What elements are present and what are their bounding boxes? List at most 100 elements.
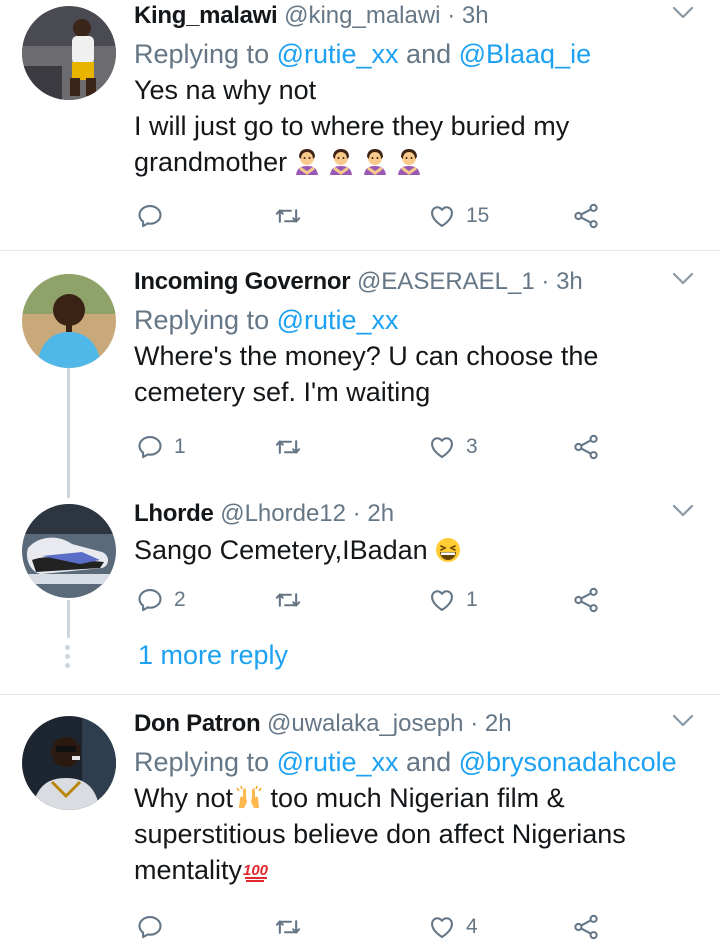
retweet-icon [274,586,302,614]
mention-link[interactable]: @rutie_xx [277,39,399,69]
tweet-actions: 15 [134,199,604,233]
mention-link[interactable]: @rutie_xx [277,305,399,335]
hundred-points-emoji [242,856,270,884]
timestamp[interactable]: 3h [556,268,583,295]
replying-join: and [398,747,459,777]
tweet-header: Incoming Governor @EASERAEL_1 · 3h [134,266,700,298]
timestamp[interactable]: 2h [367,500,394,527]
avatar[interactable] [22,274,116,368]
text-line: Why not too much Nigerian film & [134,780,700,816]
tweet-actions: 2 1 [134,583,604,617]
reply-button[interactable]: 2 [136,583,186,617]
timestamp[interactable]: 3h [462,2,489,29]
like-icon [428,433,456,461]
like-count: 15 [466,204,490,227]
separator: · [352,500,361,527]
text-line: Yes na why not [134,75,317,105]
mention-link[interactable]: @Blaaq_ie [459,39,592,69]
reply-icon [136,202,164,230]
replying-to: Replying to @rutie_xx and @Blaaq_ie [134,36,700,72]
text-line: cemetery sef. I'm waiting [134,377,431,407]
text-segment: mentality [134,855,243,885]
separator: · [447,2,456,29]
share-icon [572,913,600,941]
thread-more-dots [64,645,72,672]
text-line: Sango Cemetery,IBadan [134,532,700,568]
text-segment: Sango Cemetery,IBadan [134,535,428,565]
like-button[interactable]: 4 [428,910,478,944]
like-count: 4 [466,915,478,938]
tweet-text: Sango Cemetery,IBadan [134,532,700,568]
retweet-button[interactable] [274,910,312,944]
person-gesturing-no-emoji [395,148,423,176]
text-line: I will just go to where they buried my [134,111,570,141]
user-handle[interactable]: @Lhorde12 [220,500,346,527]
timestamp[interactable]: 2h [485,710,512,737]
tweet-header: Don Patron @uwalaka_joseph · 2h [134,708,700,740]
like-button[interactable]: 3 [428,430,478,464]
tweet-actions: 4 [134,910,604,944]
like-button[interactable]: 1 [428,583,478,617]
retweet-icon [274,433,302,461]
display-name[interactable]: King_malawi [134,2,278,29]
mention-link[interactable]: @rutie_xx [277,747,399,777]
mention-link[interactable]: @brysonadahcole [459,747,677,777]
retweet-icon [274,913,302,941]
text-segment: grandmother [134,147,288,177]
replying-join: and [398,39,459,69]
reply-count: 2 [174,588,186,611]
retweet-icon [274,202,302,230]
separator: · [541,268,550,295]
display-name[interactable]: Lhorde [134,500,214,527]
grinning-squinting-face-emoji [434,536,462,564]
text-line: mentality [134,852,700,888]
like-button[interactable]: 15 [428,199,489,233]
share-button[interactable] [572,199,600,233]
raising-hands-emoji [235,784,263,812]
caret-down-icon[interactable] [672,272,694,286]
user-handle[interactable]: @king_malawi [284,2,440,29]
retweet-button[interactable] [274,199,312,233]
thread-line [67,368,70,498]
text-line: grandmother [134,144,700,180]
reply-button[interactable] [136,910,174,944]
caret-down-icon[interactable] [672,504,694,518]
retweet-button[interactable] [274,583,312,617]
reply-count: 1 [174,435,186,458]
avatar[interactable] [22,504,116,598]
reply-icon [136,913,164,941]
caret-down-icon[interactable] [672,714,694,728]
avatar[interactable] [22,716,116,810]
display-name[interactable]: Don Patron [134,710,261,737]
text-segment: Why not [134,783,234,813]
reply-icon [136,433,164,461]
share-button[interactable] [572,910,600,944]
replying-to: Replying to @rutie_xx [134,302,700,338]
share-button[interactable] [572,583,600,617]
tweet-header: Lhorde @Lhorde12 · 2h [134,498,700,530]
share-icon [572,433,600,461]
person-gesturing-no-emoji [327,148,355,176]
text-line: superstitious believe don affect Nigeria… [134,819,626,849]
more-replies-link[interactable]: 1 more reply [138,640,288,671]
reply-icon [136,586,164,614]
tweet-text: Why not too much Nigerian film & superst… [134,780,700,888]
share-button[interactable] [572,430,600,464]
reply-button[interactable] [136,199,174,233]
like-icon [428,913,456,941]
tweet-header: King_malawi @king_malawi · 3h [134,0,700,32]
retweet-button[interactable] [274,430,312,464]
tweet-text: Where's the money? U can choose the ceme… [134,338,700,410]
user-handle[interactable]: @uwalaka_joseph [267,710,464,737]
replying-prefix: Replying to [134,305,277,335]
thread-line [67,600,70,638]
avatar[interactable] [22,6,116,100]
like-count: 3 [466,435,478,458]
user-handle[interactable]: @EASERAEL_1 [357,268,535,295]
reply-button[interactable]: 1 [136,430,186,464]
share-icon [572,586,600,614]
person-gesturing-no-emoji [361,148,389,176]
display-name[interactable]: Incoming Governor [134,268,351,295]
separator: · [470,710,479,737]
caret-down-icon[interactable] [672,6,694,20]
